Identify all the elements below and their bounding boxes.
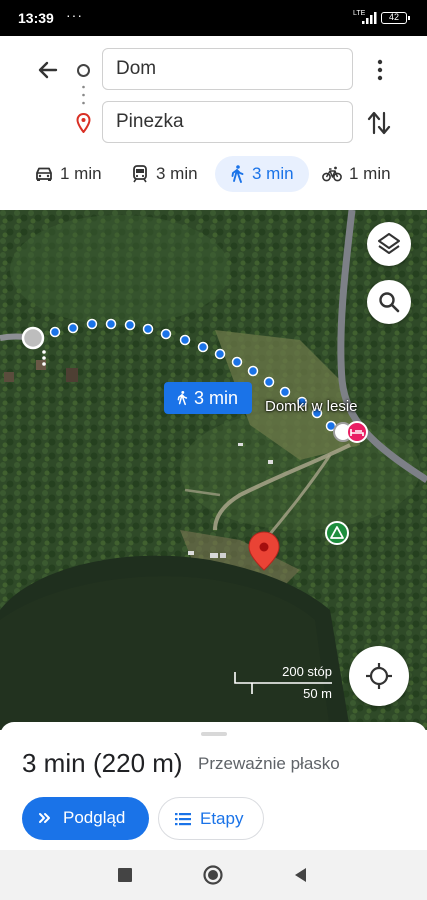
route-start-marker [21,326,45,350]
steps-button-label: Etapy [200,809,244,828]
connector-dots-icon [82,85,85,105]
map-scale: 200 stóp 50 m [234,662,334,704]
search-along-route-button[interactable] [367,280,411,324]
system-navigation-bar [0,850,427,900]
maps-directions-screen: 13:39 ··· LTE 42 Dom Pinezka 1 min 3 min… [0,0,427,900]
mode-car-tab[interactable]: 1 min [34,156,114,192]
my-location-button[interactable] [349,646,409,706]
battery-icon: 42 [381,12,410,24]
campsite-poi-icon[interactable] [325,521,349,545]
swap-icon[interactable] [366,109,392,137]
layers-button[interactable] [367,222,411,266]
walk-icon [231,165,244,183]
car-icon [36,167,52,181]
map-view[interactable]: 3 min Domki w lesie 200 stóp 50 m [0,210,427,730]
recents-icon[interactable] [114,864,136,886]
status-time: 13:39 [18,10,54,26]
route-summary-sheet[interactable]: 3 min (220 m) Przeważnie płasko Podgląd … [0,722,427,850]
list-icon [175,813,191,826]
origin-field[interactable]: Dom [102,48,353,90]
mode-walk-tab[interactable]: 3 min [215,156,309,192]
layers-icon [378,233,400,254]
mode-bike-tab[interactable]: 1 min [322,156,422,192]
route-eta-label: 3 min [194,388,239,408]
double-chevron-icon [39,813,50,823]
signal-icon [362,12,377,24]
back-arrow-icon[interactable] [34,56,62,84]
destination-pin-icon [76,113,91,133]
preview-button[interactable]: Podgląd [22,797,149,840]
origin-circle-icon [77,64,90,77]
preview-button-label: Podgląd [63,808,126,827]
search-icon [379,292,400,313]
place-label[interactable]: Domki w lesie [265,398,358,415]
mode-transit-tab[interactable]: 3 min [130,156,210,192]
destination-field[interactable]: Pinezka [102,101,353,143]
status-bar: 13:39 ··· LTE 42 [0,0,427,36]
mode-bike-label: 1 min [349,164,391,183]
scale-imperial: 200 stóp [282,664,332,679]
route-distance: (220 m) [93,748,183,778]
scale-metric: 50 m [303,686,332,701]
directions-panel: Dom Pinezka 1 min 3 min 3 min 1 min [0,36,427,210]
route-eta-badge[interactable]: 3 min [164,382,252,414]
route-duration: 3 min [22,748,86,778]
bike-icon [322,166,342,182]
sheet-drag-handle[interactable] [201,732,227,736]
train-icon [133,165,147,183]
mode-walk-label: 3 min [252,164,294,183]
crosshair-icon [366,663,392,689]
mode-transit-label: 3 min [156,164,198,183]
more-options-icon[interactable] [370,56,390,84]
home-icon[interactable] [202,864,224,886]
notification-dots: ··· [66,7,83,23]
steps-button[interactable]: Etapy [158,797,264,840]
travel-mode-tabs: 1 min 3 min 3 min 1 min [0,156,427,196]
walk-icon [177,390,188,406]
back-icon[interactable] [290,864,312,886]
mode-car-label: 1 min [60,164,102,183]
lodging-poi-icon[interactable] [346,421,368,443]
route-terrain: Przeważnie płasko [198,754,340,773]
